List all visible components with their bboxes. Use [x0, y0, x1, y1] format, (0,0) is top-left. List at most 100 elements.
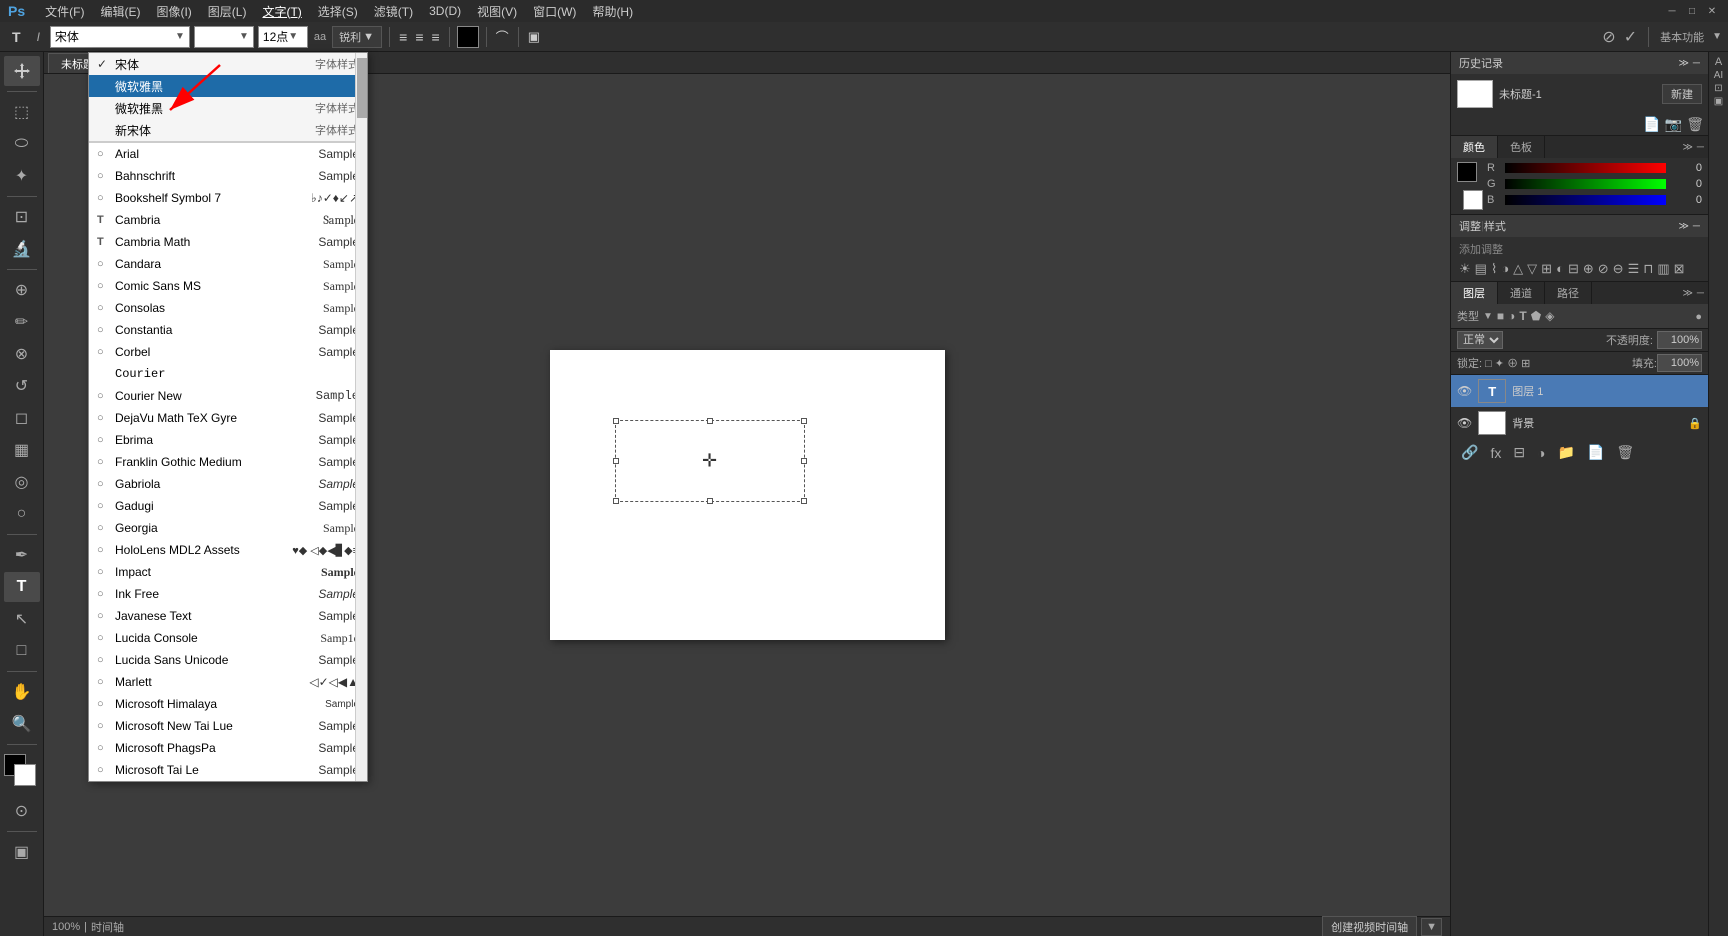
hand-tool[interactable]: ✋	[4, 677, 40, 707]
layers-tab-layers[interactable]: 图层	[1451, 282, 1498, 304]
history-delete-icon[interactable]: 🗑	[1686, 116, 1704, 133]
crop-tool[interactable]: ⊡	[4, 202, 40, 232]
font-couriernew[interactable]: ○ Courier New Sample	[89, 385, 367, 407]
font-marlett[interactable]: ○ Marlett ◁✓◁◀▲	[89, 671, 367, 693]
marquee-tool[interactable]: ⬚	[4, 97, 40, 127]
font-bahnschrift[interactable]: ○ Bahnschrift Sample	[89, 165, 367, 187]
channelmix-adj-icon[interactable]: ⊕	[1583, 261, 1594, 277]
menu-file[interactable]: 文件(F)	[37, 1, 92, 22]
blur-tool[interactable]: ◎	[4, 467, 40, 497]
layers-tab-paths[interactable]: 路径	[1545, 282, 1592, 304]
history-snapshot-icon[interactable]: 📷	[1665, 116, 1682, 133]
menu-image[interactable]: 图像(I)	[148, 1, 199, 22]
handle-tl[interactable]	[613, 418, 619, 424]
font-cambria[interactable]: T Cambria Sample	[89, 209, 367, 231]
font-georgia[interactable]: ○ Georgia Sample	[89, 517, 367, 539]
bw-adj-icon[interactable]: ◐	[1556, 261, 1564, 277]
font-arial[interactable]: ○ Arial Sample	[89, 143, 367, 165]
exposure-adj-icon[interactable]: ◑	[1501, 261, 1509, 277]
bg-color-swatch[interactable]	[1463, 190, 1483, 210]
threshold-adj-icon[interactable]: ⊓	[1643, 261, 1653, 277]
filter-text-icon[interactable]: T	[1519, 309, 1526, 323]
font-size-selector[interactable]: 12点 ▼	[258, 26, 308, 48]
text-tool[interactable]: T	[4, 572, 40, 602]
menu-view[interactable]: 视图(V)	[469, 1, 525, 22]
pen-tool[interactable]: ✒	[4, 540, 40, 570]
antialiasing-selector[interactable]: 锐利 ▼	[332, 26, 382, 48]
color-tab-swatches[interactable]: 色板	[1498, 136, 1545, 158]
layer-item-1[interactable]: 👁 T 图层 1	[1451, 375, 1708, 407]
align-left-button[interactable]: ≡	[397, 27, 409, 47]
character-panel-button[interactable]: ▣	[526, 27, 542, 47]
layers-tab-channels[interactable]: 通道	[1498, 282, 1545, 304]
font-mstaile[interactable]: ○ Microsoft Tai Le Sample	[89, 759, 367, 781]
font-corbel[interactable]: ○ Corbel Sample	[89, 341, 367, 363]
background-color[interactable]	[14, 764, 36, 786]
filter-adj-icon[interactable]: ◑	[1508, 309, 1515, 323]
opacity-input[interactable]	[1657, 331, 1702, 349]
gradient-tool[interactable]: ▦	[4, 435, 40, 465]
handle-br[interactable]	[801, 498, 807, 504]
color-panel-menu[interactable]: ≫	[1682, 142, 1692, 153]
layers-panel-menu[interactable]: ≫	[1682, 288, 1692, 299]
layers-filter-dropdown[interactable]: ▼	[1483, 311, 1493, 322]
maximize-button[interactable]: □	[1684, 3, 1700, 19]
font-pinned-weiyahei[interactable]: 微软雅黑	[89, 75, 367, 97]
levels-adj-icon[interactable]: ▤	[1475, 261, 1487, 277]
align-right-button[interactable]: ≡	[430, 27, 442, 47]
history-panel-menu[interactable]: ≫	[1678, 58, 1688, 69]
eraser-tool[interactable]: ◻	[4, 403, 40, 433]
fg-color-swatch[interactable]	[1457, 162, 1477, 182]
layer-new-icon[interactable]: 📄	[1583, 442, 1608, 463]
menu-filter[interactable]: 滤镜(T)	[366, 1, 421, 22]
blend-mode-selector[interactable]: 正常	[1457, 331, 1503, 349]
hue-adj-icon[interactable]: △	[1513, 261, 1523, 277]
filter-shape-icon[interactable]: ⬟	[1531, 309, 1541, 323]
clone-tool[interactable]: ⊗	[4, 339, 40, 369]
fill-input[interactable]	[1657, 354, 1702, 372]
font-mshimalaya[interactable]: ○ Microsoft Himalaya Sample	[89, 693, 367, 715]
brush-tool[interactable]: ✏	[4, 307, 40, 337]
gradient-map-adj-icon[interactable]: ▥	[1657, 261, 1669, 277]
shape-tool[interactable]: □	[4, 636, 40, 666]
layer-1-visibility-icon[interactable]: 👁	[1457, 384, 1472, 398]
colorlookup-adj-icon[interactable]: ⊘	[1598, 261, 1609, 277]
handle-mr[interactable]	[801, 458, 807, 464]
font-inkfree[interactable]: ○ Ink Free Sample	[89, 583, 367, 605]
blue-slider[interactable]	[1505, 195, 1666, 205]
layers-panel-collapse[interactable]: ─	[1697, 288, 1704, 299]
menu-text[interactable]: 文字(T)	[254, 1, 309, 22]
layer-adj-icon[interactable]: ◑	[1533, 443, 1549, 463]
eyedropper-tool[interactable]: 🔬	[4, 234, 40, 264]
font-franklingothic[interactable]: ○ Franklin Gothic Medium Sample	[89, 451, 367, 473]
text-color-swatch[interactable]	[457, 26, 479, 48]
cancel-text-button[interactable]: ⊘	[1602, 27, 1615, 47]
font-constantia[interactable]: ○ Constantia Sample	[89, 319, 367, 341]
font-msyibaiti[interactable]: ○ Microsoft Yi Baiti Sample	[89, 781, 367, 782]
menu-edit[interactable]: 编辑(E)	[92, 1, 148, 22]
photofilter-adj-icon[interactable]: ⊟	[1568, 261, 1579, 277]
timeline-dropdown-icon[interactable]: ▼	[1421, 918, 1442, 936]
panel-toggle-1[interactable]: A	[1715, 56, 1722, 68]
vibrance-adj-icon[interactable]: ▽	[1527, 261, 1537, 277]
font-msphagpa[interactable]: ○ Microsoft PhagsPa Sample	[89, 737, 367, 759]
font-candara[interactable]: ○ Candara Sample	[89, 253, 367, 275]
layer-item-bg[interactable]: 👁 背景 🔒	[1451, 407, 1708, 439]
workspace-dropdown-icon[interactable]: ▼	[1712, 31, 1722, 42]
font-lucidaconsole[interactable]: ○ Lucida Console Samp1e	[89, 627, 367, 649]
close-button[interactable]: ✕	[1704, 3, 1720, 19]
posterize-adj-icon[interactable]: ☰	[1628, 261, 1640, 277]
layer-bg-visibility-icon[interactable]: 👁	[1457, 416, 1472, 430]
confirm-text-button[interactable]: ✓	[1624, 27, 1637, 47]
menu-3d[interactable]: 3D(D)	[421, 2, 469, 20]
selective-color-adj-icon[interactable]: ⊠	[1674, 261, 1685, 277]
font-javanese[interactable]: ○ Javanese Text Sample	[89, 605, 367, 627]
scrollbar-thumb[interactable]	[357, 58, 367, 118]
menu-help[interactable]: 帮助(H)	[584, 1, 641, 22]
font-gabriola[interactable]: ○ Gabriola Sample	[89, 473, 367, 495]
orientation-btn[interactable]: I	[31, 26, 46, 48]
font-consolas[interactable]: ○ Consolas Sample	[89, 297, 367, 319]
path-select-tool[interactable]: ↖	[4, 604, 40, 634]
font-family-selector[interactable]: 宋体 ▼	[50, 26, 190, 48]
font-style-selector[interactable]: ▼	[194, 26, 254, 48]
